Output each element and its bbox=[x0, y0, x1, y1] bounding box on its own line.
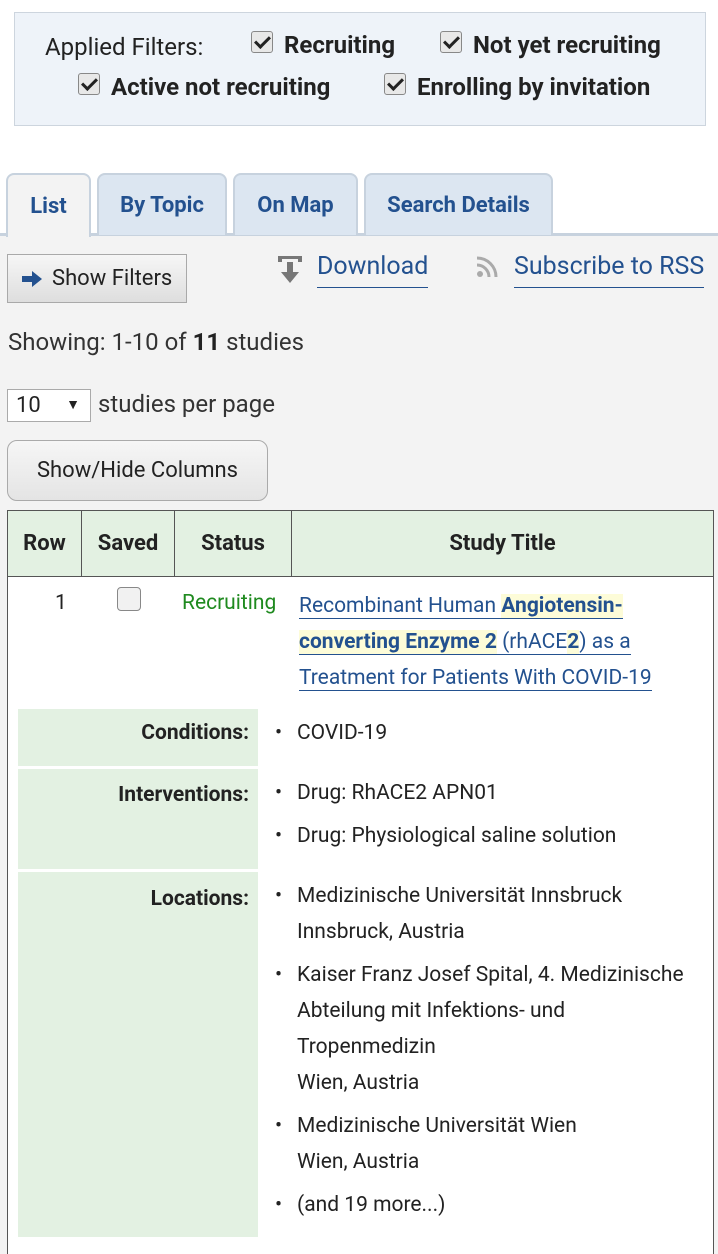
conditions-label: Conditions: bbox=[18, 709, 258, 766]
tab-list[interactable]: List bbox=[6, 173, 91, 237]
results-total: 11 bbox=[192, 328, 221, 356]
locations-label: Locations: bbox=[18, 872, 258, 1237]
column-header-row[interactable]: Row bbox=[8, 511, 82, 576]
filter-label: Active not recruiting bbox=[111, 73, 331, 101]
location-city: Wien, Austria bbox=[297, 1071, 420, 1095]
dropdown-caret-icon: ▼ bbox=[66, 397, 80, 413]
show-filters-button[interactable]: Show Filters bbox=[7, 254, 187, 303]
location-name: Medizinische Universität Innsbruck bbox=[297, 884, 623, 908]
results-count: Showing: 1-10 of 11 studies bbox=[8, 328, 305, 356]
show-filters-label: Show Filters bbox=[52, 266, 173, 291]
per-page-label: studies per page bbox=[98, 390, 275, 418]
study-title-link[interactable]: Recombinant Human Angiotensin-converting… bbox=[299, 588, 699, 696]
checkbox-checked-icon[interactable] bbox=[440, 31, 462, 53]
more-locations: (and 19 more...) bbox=[272, 1187, 702, 1223]
tab-on-map[interactable]: On Map bbox=[233, 173, 358, 235]
list-item: Medizinische Universität Innsbruck Innsb… bbox=[272, 878, 702, 950]
interventions-label: Interventions: bbox=[18, 769, 258, 869]
list-item: Kaiser Franz Josef Spital, 4. Medizinisc… bbox=[272, 957, 702, 1101]
interventions-list: Drug: RhACE2 APN01 Drug: Physiological s… bbox=[272, 775, 616, 854]
show-hide-columns-button[interactable]: Show/Hide Columns bbox=[7, 440, 268, 501]
location-city: Wien, Austria bbox=[297, 1150, 420, 1174]
arrow-right-icon bbox=[22, 270, 44, 287]
location-name: Kaiser Franz Josef Spital, 4. Medizinisc… bbox=[297, 963, 684, 1059]
conditions-list: COVID-19 bbox=[272, 715, 387, 751]
save-checkbox[interactable] bbox=[117, 587, 141, 611]
filter-label: Not yet recruiting bbox=[473, 31, 661, 59]
list-item: Medizinische Universität Wien Wien, Aust… bbox=[272, 1108, 702, 1180]
checkbox-checked-icon[interactable] bbox=[78, 73, 100, 95]
row-number: 1 bbox=[55, 591, 67, 615]
filter-label: Enrolling by invitation bbox=[417, 73, 651, 101]
filter-label: Recruiting bbox=[284, 31, 396, 59]
locations-list: Medizinische Universität Innsbruck Innsb… bbox=[272, 878, 702, 1223]
download-link[interactable]: Download bbox=[317, 252, 429, 288]
tab-by-topic[interactable]: By Topic bbox=[97, 173, 227, 235]
search-term-highlight: 2 bbox=[567, 630, 580, 655]
status-badge: Recruiting bbox=[182, 591, 277, 615]
location-city: Innsbruck, Austria bbox=[297, 920, 465, 944]
applied-filters-panel: Applied Filters: Recruiting Not yet recr… bbox=[14, 12, 706, 126]
subscribe-rss-link[interactable]: Subscribe to RSS bbox=[514, 252, 705, 288]
column-header-study-title[interactable]: Study Title bbox=[292, 511, 713, 576]
tab-search-details[interactable]: Search Details bbox=[364, 173, 553, 235]
per-page-value: 10 bbox=[16, 393, 41, 418]
list-item: COVID-19 bbox=[272, 715, 387, 751]
checkbox-checked-icon[interactable] bbox=[384, 73, 406, 95]
rss-icon[interactable] bbox=[476, 256, 498, 278]
download-icon[interactable] bbox=[276, 254, 304, 284]
list-item: Drug: Physiological saline solution bbox=[272, 818, 616, 854]
table-header: Row Saved Status Study Title bbox=[8, 511, 713, 577]
location-name: Medizinische Universität Wien bbox=[297, 1114, 577, 1138]
per-page-select[interactable]: 10 ▼ bbox=[7, 389, 91, 422]
column-header-saved[interactable]: Saved bbox=[82, 511, 175, 576]
applied-filters-label: Applied Filters: bbox=[45, 33, 204, 61]
column-header-status[interactable]: Status bbox=[175, 511, 292, 576]
list-item: Drug: RhACE2 APN01 bbox=[272, 775, 616, 811]
checkbox-checked-icon[interactable] bbox=[251, 31, 273, 53]
